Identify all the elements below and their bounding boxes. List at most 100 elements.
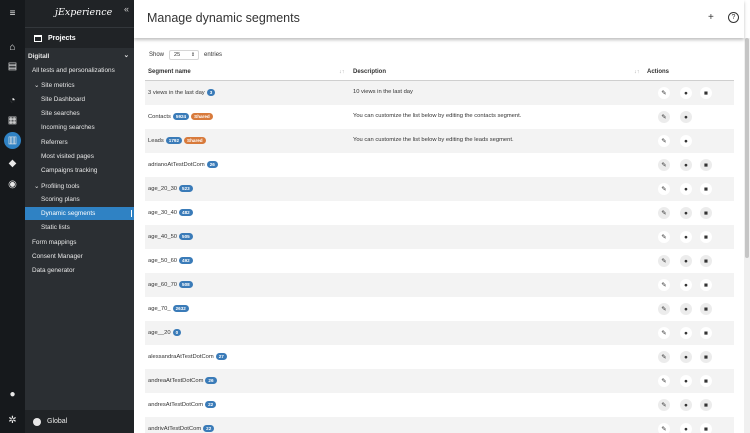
nav-item[interactable]: Static lists	[25, 221, 134, 234]
sort-icon[interactable]: ↓↑	[634, 69, 640, 75]
delete-icon[interactable]: ■	[700, 351, 712, 363]
nav-item-label: Digitall	[28, 53, 50, 60]
dashboard-icon[interactable]: ▥	[4, 132, 21, 149]
global-button[interactable]: Global	[25, 410, 134, 433]
profiles-icon[interactable]: ●	[680, 423, 692, 433]
nav-item[interactable]: Form mappings	[25, 236, 134, 249]
projects-button[interactable]: Projects	[25, 27, 134, 48]
nav-item-label: Scoring plans	[41, 196, 80, 203]
help-icon[interactable]: ?	[728, 12, 739, 23]
edit-icon[interactable]: ✎	[658, 279, 670, 291]
profiles-icon[interactable]: ●	[680, 279, 692, 291]
edit-icon[interactable]: ✎	[658, 255, 670, 267]
home-icon[interactable]: ⌂	[0, 39, 25, 55]
profiles-icon[interactable]: ●	[680, 111, 692, 123]
nav-item[interactable]: Referrers	[25, 136, 134, 149]
menu-icon[interactable]: ≡	[0, 5, 25, 21]
profile-count-badge: 505	[179, 233, 193, 240]
compass-icon[interactable]: ◉	[0, 176, 25, 192]
segment-name: Contacts	[148, 113, 171, 120]
profiles-icon[interactable]: ●	[680, 303, 692, 315]
show-label: Show	[149, 52, 165, 58]
profiles-icon[interactable]: ●	[680, 135, 692, 147]
edit-icon[interactable]: ✎	[658, 231, 670, 243]
delete-icon[interactable]: ■	[700, 279, 712, 291]
delete-icon[interactable]: ■	[700, 375, 712, 387]
delete-icon[interactable]: ■	[700, 423, 712, 433]
delete-icon[interactable]: ■	[700, 231, 712, 243]
edit-icon[interactable]: ✎	[658, 327, 670, 339]
segment-name-cell: andresAtTestDotCom 22	[148, 401, 217, 408]
layers-icon[interactable]: ▦	[0, 112, 25, 128]
profiles-icon[interactable]: ●	[680, 399, 692, 411]
segment-name: age_30_40	[148, 209, 178, 216]
edit-icon[interactable]: ✎	[658, 183, 670, 195]
profiles-icon[interactable]: ●	[680, 351, 692, 363]
profiles-icon[interactable]: ●	[680, 207, 692, 219]
page-header: Manage dynamic segments + ?	[134, 0, 744, 38]
nav-item[interactable]: Site searches	[25, 107, 134, 120]
app-logo: jExperience	[55, 7, 113, 18]
edit-icon[interactable]: ✎	[658, 351, 670, 363]
edit-icon[interactable]: ✎	[658, 87, 670, 99]
delete-icon[interactable]: ■	[700, 159, 712, 171]
table-row: age_50_60 492 ✎ ● ■	[145, 249, 734, 273]
table-row: age_30_40 482 ✎ ● ■	[145, 201, 734, 225]
nav-item[interactable]: Digitall ⌄	[25, 50, 134, 63]
nav-item[interactable]: ⌄ Site metrics	[25, 78, 134, 91]
nav-item[interactable]: Consent Manager	[25, 250, 134, 263]
profiles-icon[interactable]: ●	[680, 375, 692, 387]
collapse-nav-icon[interactable]: «	[124, 4, 129, 14]
profiles-icon[interactable]: ●	[680, 87, 692, 99]
delete-icon[interactable]: ■	[700, 207, 712, 219]
edit-icon[interactable]: ✎	[658, 135, 670, 147]
user-icon[interactable]: ●	[0, 386, 25, 402]
delete-icon[interactable]: ■	[700, 303, 712, 315]
add-segment-button[interactable]: +	[708, 12, 714, 23]
nav-item[interactable]: Most visited pages	[25, 150, 134, 163]
settings-icon[interactable]: ✲	[0, 412, 25, 428]
nav-item[interactable]: Incoming searches	[25, 121, 134, 134]
profiles-icon[interactable]: ●	[680, 183, 692, 195]
delete-icon[interactable]: ■	[700, 183, 712, 195]
delete-icon[interactable]: ■	[700, 399, 712, 411]
clipboard-icon[interactable]: ▤	[0, 58, 25, 74]
nav-item[interactable]: ⌄ Profiling tools	[25, 179, 134, 192]
segment-name-cell: age_50_60 492	[148, 257, 193, 264]
segment-name-cell: age_20_30 523	[148, 185, 193, 192]
nav-item[interactable]: Dynamic segments	[25, 207, 134, 220]
table-row: 3 views in the last day 3 10 views in the …	[145, 81, 734, 105]
profiles-icon[interactable]: ●	[680, 327, 692, 339]
profiles-icon[interactable]: ●	[680, 159, 692, 171]
chevron-down-icon[interactable]: ⌄	[124, 51, 129, 59]
table-row: andrivAtTestDotCom 22 ✎ ● ■	[145, 417, 734, 433]
delete-icon[interactable]: ■	[700, 255, 712, 267]
nav-item-label: Campaigns tracking	[41, 167, 98, 174]
page-size-select[interactable]: 25 ⇕	[169, 50, 200, 60]
segment-name: andrivAtTestDotCom	[148, 425, 202, 432]
delete-icon[interactable]: ■	[700, 327, 712, 339]
nav-item[interactable]: All tests and personalizations	[25, 64, 134, 77]
profiles-icon[interactable]: ●	[680, 231, 692, 243]
edit-icon[interactable]: ✎	[658, 303, 670, 315]
scrollbar-thumb[interactable]	[745, 38, 749, 258]
nav-item[interactable]: Scoring plans	[25, 193, 134, 206]
edit-icon[interactable]: ✎	[658, 207, 670, 219]
scrollbar[interactable]	[744, 38, 750, 433]
edit-icon[interactable]: ✎	[658, 423, 670, 433]
edit-icon[interactable]: ✎	[658, 375, 670, 387]
table-row: andreaAtTestDotCom 26 ✎ ● ■	[145, 369, 734, 393]
nav-item[interactable]: Campaigns tracking	[25, 164, 134, 177]
tag-icon[interactable]: ◆	[0, 155, 25, 171]
nav-item[interactable]: Site Dashboard	[25, 93, 134, 106]
visibility-icon[interactable]: ◔	[0, 92, 25, 108]
sort-icon[interactable]: ↓↑	[339, 69, 345, 75]
column-segment-name[interactable]: Segment name	[148, 69, 191, 75]
profiles-icon[interactable]: ●	[680, 255, 692, 267]
edit-icon[interactable]: ✎	[658, 159, 670, 171]
column-description[interactable]: Description	[353, 69, 386, 75]
edit-icon[interactable]: ✎	[658, 399, 670, 411]
delete-icon[interactable]: ■	[700, 87, 712, 99]
nav-item[interactable]: Data generator	[25, 264, 134, 277]
edit-icon[interactable]: ✎	[658, 111, 670, 123]
